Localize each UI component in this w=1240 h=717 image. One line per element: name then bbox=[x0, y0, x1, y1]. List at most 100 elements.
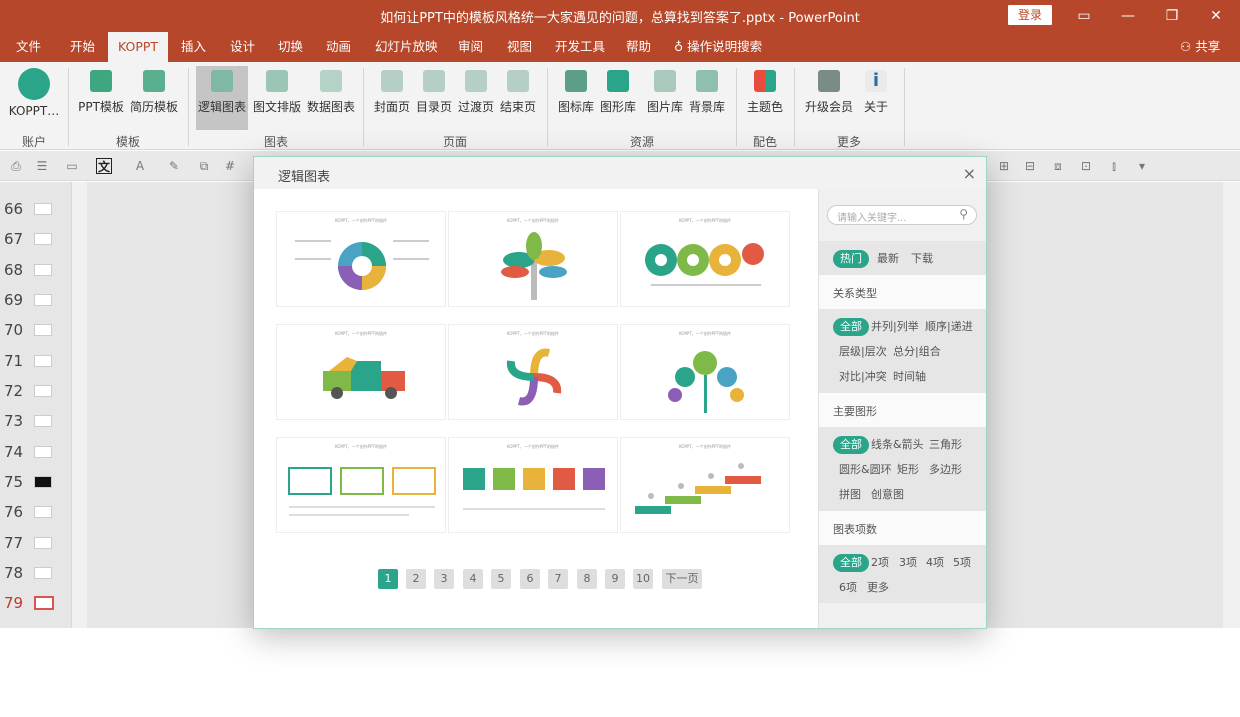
lock-icon[interactable]: ⎙ bbox=[8, 158, 24, 174]
relation-sequence[interactable]: 顺序|递进 bbox=[923, 318, 975, 336]
slide-thumb-67[interactable]: 67 bbox=[0, 224, 70, 254]
close-window-icon[interactable]: ✕ bbox=[1206, 6, 1226, 26]
page-button[interactable]: 9 bbox=[605, 569, 625, 589]
relation-timeline[interactable]: 时间轴 bbox=[891, 368, 928, 386]
shape-circle-ring[interactable]: 圆形&圆环 bbox=[837, 461, 894, 479]
search-icon[interactable]: ⚲ bbox=[959, 207, 968, 221]
tab-file[interactable]: 文件 bbox=[6, 32, 51, 62]
slide-thumb-68[interactable]: 68 bbox=[0, 255, 70, 285]
ribbon-display-icon[interactable]: ▭ bbox=[1074, 6, 1094, 26]
format-painter-icon[interactable]: ⧉ bbox=[196, 158, 212, 174]
share-button[interactable]: ⚇ 共享 bbox=[1180, 32, 1220, 62]
shape-creative[interactable]: 创意图 bbox=[869, 486, 906, 504]
slide-thumb-73[interactable]: 73 bbox=[0, 406, 70, 436]
count-2[interactable]: 2项 bbox=[869, 554, 891, 572]
tab-home[interactable]: 开始 bbox=[60, 32, 105, 62]
keyword-search-input[interactable]: 请输入关键字... ⚲ bbox=[827, 205, 977, 225]
tab-slideshow[interactable]: 幻灯片放映 bbox=[365, 32, 448, 62]
shape-lines-arrows[interactable]: 线条&箭头 bbox=[869, 436, 926, 454]
tell-me-search[interactable]: ♁ 操作说明搜索 bbox=[664, 32, 772, 62]
shape-polygon[interactable]: 多边形 bbox=[927, 461, 964, 479]
restore-icon[interactable]: ❐ bbox=[1162, 6, 1182, 26]
slide-thumb-69[interactable]: 69 bbox=[0, 285, 70, 315]
shape-puzzle[interactable]: 拼图 bbox=[837, 486, 863, 504]
font-color-icon[interactable]: A bbox=[132, 158, 148, 174]
next-page-button[interactable]: 下一页 bbox=[662, 569, 702, 589]
page-button[interactable]: 7 bbox=[548, 569, 568, 589]
koppt-account-button[interactable]: KOPPT… bbox=[8, 66, 60, 130]
tab-animations[interactable]: 动画 bbox=[316, 32, 361, 62]
dropdown-icon[interactable]: ▾ bbox=[1134, 158, 1150, 174]
minimize-icon[interactable]: — bbox=[1118, 6, 1138, 26]
page-button[interactable]: 1 bbox=[378, 569, 398, 589]
shape-rectangle[interactable]: 矩形 bbox=[895, 461, 921, 479]
upgrade-member-button[interactable]: 升级会员 bbox=[803, 66, 855, 130]
tab-insert[interactable]: 插入 bbox=[171, 32, 216, 62]
slide-thumb-71[interactable]: 71 bbox=[0, 346, 70, 376]
slide-thumb-72[interactable]: 72 bbox=[0, 376, 70, 406]
page-button[interactable]: 3 bbox=[434, 569, 454, 589]
image-library-button[interactable]: 图片库 bbox=[645, 66, 685, 130]
login-button[interactable]: 登录 bbox=[1008, 5, 1052, 25]
tool-icon[interactable]: ⧈ bbox=[1050, 158, 1066, 174]
shape-all[interactable]: 全部 bbox=[833, 436, 869, 454]
relation-parallel[interactable]: 并列|列举 bbox=[869, 318, 921, 336]
slide-thumb-77[interactable]: 77 bbox=[0, 528, 70, 558]
end-page-button[interactable]: 结束页 bbox=[498, 66, 538, 130]
data-chart-button[interactable]: 数据图表 bbox=[305, 66, 357, 130]
tab-review[interactable]: 审阅 bbox=[448, 32, 493, 62]
slide-thumb-79[interactable]: 79 bbox=[0, 588, 70, 618]
slide-thumb-75[interactable]: 75 bbox=[0, 467, 70, 497]
toc-page-button[interactable]: 目录页 bbox=[414, 66, 454, 130]
tool-icon[interactable]: ⫾ bbox=[1106, 158, 1122, 174]
slide-thumb-70[interactable]: 70 bbox=[0, 315, 70, 345]
slide-thumb-74[interactable]: 74 bbox=[0, 437, 70, 467]
tool-icon[interactable]: ⊞ bbox=[996, 158, 1012, 174]
canvas-scrollbar[interactable] bbox=[1223, 182, 1240, 628]
shape-library-button[interactable]: 图形库 bbox=[598, 66, 638, 130]
template-card-icon-tags[interactable]: KOPPT，一个创作PPT的插件 bbox=[448, 437, 618, 533]
tab-design[interactable]: 设计 bbox=[220, 32, 265, 62]
count-all[interactable]: 全部 bbox=[833, 554, 869, 572]
text-image-layout-button[interactable]: 图文排版 bbox=[251, 66, 303, 130]
page-button[interactable]: 6 bbox=[520, 569, 540, 589]
template-card-tree[interactable]: KOPPT，一个创作PPT的插件 bbox=[448, 211, 618, 307]
page-button[interactable]: 8 bbox=[577, 569, 597, 589]
count-3[interactable]: 3项 bbox=[897, 554, 919, 572]
slide-thumb-78[interactable]: 78 bbox=[0, 558, 70, 588]
tab-developer[interactable]: 开发工具 bbox=[545, 32, 615, 62]
tab-view[interactable]: 视图 bbox=[497, 32, 542, 62]
count-5[interactable]: 5项 bbox=[951, 554, 973, 572]
transition-page-button[interactable]: 过渡页 bbox=[456, 66, 496, 130]
count-more[interactable]: 更多 bbox=[865, 579, 891, 597]
logic-chart-button[interactable]: 逻辑图表 bbox=[196, 66, 248, 130]
relation-combination[interactable]: 总分|组合 bbox=[891, 343, 943, 361]
page-button[interactable]: 5 bbox=[491, 569, 511, 589]
about-button[interactable]: i 关于 bbox=[860, 66, 892, 130]
eyedropper-icon[interactable]: ✎ bbox=[166, 158, 182, 174]
count-4[interactable]: 4项 bbox=[924, 554, 946, 572]
template-card-stairs[interactable]: KOPPT，一个创作PPT的插件 bbox=[620, 437, 790, 533]
page-button[interactable]: 2 bbox=[406, 569, 426, 589]
relation-contrast[interactable]: 对比|冲突 bbox=[837, 368, 889, 386]
page-button[interactable]: 4 bbox=[463, 569, 483, 589]
tab-koppt[interactable]: KOPPT bbox=[108, 32, 169, 62]
template-card-cloud-tree[interactable]: KOPPT，一个创作PPT的插件 bbox=[620, 324, 790, 420]
theme-color-button[interactable]: 主题色 bbox=[745, 66, 785, 130]
template-card-car-puzzle[interactable]: KOPPT，一个创作PPT的插件 bbox=[276, 324, 446, 420]
count-6[interactable]: 6项 bbox=[837, 579, 859, 597]
template-card-gears[interactable]: KOPPT，一个创作PPT的插件 bbox=[620, 211, 790, 307]
sort-download[interactable]: 下载 bbox=[909, 250, 935, 268]
textbox-icon[interactable]: ▭ bbox=[64, 158, 80, 174]
grid-icon[interactable]: # bbox=[222, 158, 238, 174]
icon-library-button[interactable]: 图标库 bbox=[556, 66, 596, 130]
relation-all[interactable]: 全部 bbox=[833, 318, 869, 336]
tab-help[interactable]: 帮助 bbox=[616, 32, 661, 62]
slide-thumb-76[interactable]: 76 bbox=[0, 497, 70, 527]
template-card-spiral[interactable]: KOPPT，一个创作PPT的插件 bbox=[448, 324, 618, 420]
resume-template-button[interactable]: 简历模板 bbox=[128, 66, 180, 130]
close-icon[interactable]: × bbox=[963, 164, 976, 183]
ppt-template-button[interactable]: PPT模板 bbox=[76, 66, 126, 130]
tab-transitions[interactable]: 切换 bbox=[268, 32, 313, 62]
relation-hierarchy[interactable]: 层级|层次 bbox=[837, 343, 889, 361]
